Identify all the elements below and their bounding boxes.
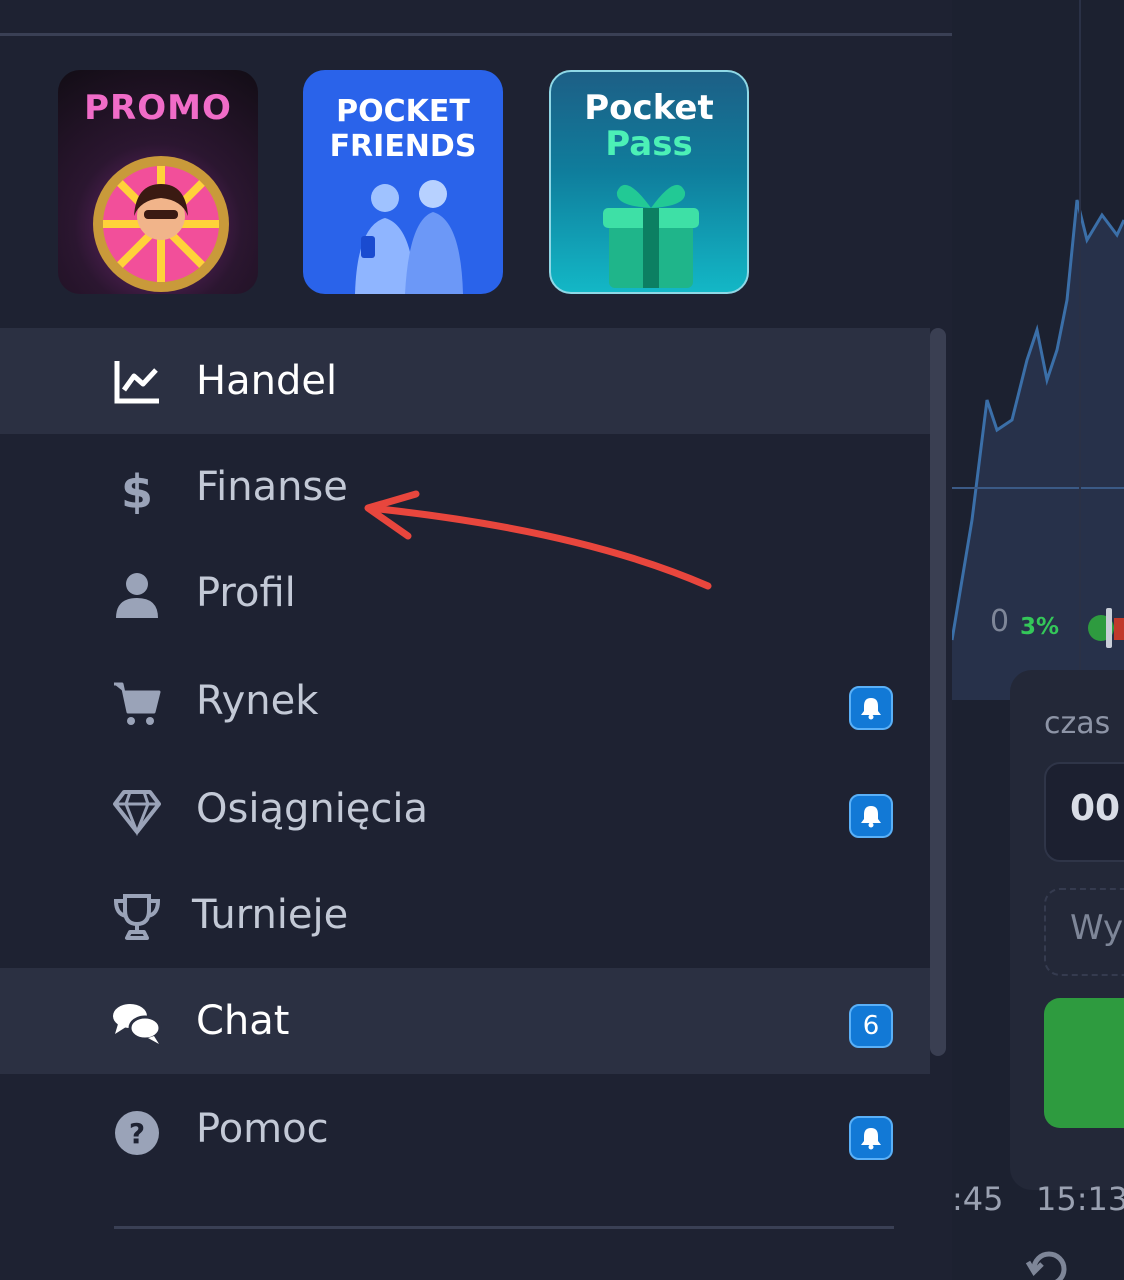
bell-icon — [861, 806, 881, 828]
chat-icon — [113, 1004, 162, 1044]
trophy-icon — [113, 894, 161, 940]
menu-label: Handel — [196, 358, 338, 404]
time-axis: :45 15:13 — [952, 1176, 1124, 1226]
payout-label: Wy — [1070, 908, 1124, 948]
coin-illustration-icon — [93, 156, 229, 292]
price-chart — [952, 0, 1124, 700]
time-value: 00: — [1070, 788, 1124, 829]
diamond-icon — [113, 790, 161, 836]
annotation-arrow-icon — [364, 490, 712, 590]
svg-text:$: $ — [121, 465, 153, 514]
menu-label: Osiągnięcia — [196, 786, 429, 832]
menu-label: Turnieje — [192, 892, 349, 938]
gift-icon — [603, 184, 699, 288]
chat-count-badge[interactable]: 6 — [849, 1004, 893, 1048]
notification-badge[interactable] — [849, 686, 893, 730]
sidebar-menu: PROMO POCKET FRIENDS Pocket Pass Handel … — [0, 0, 952, 1280]
promo-card[interactable]: PROMO — [58, 70, 258, 294]
friends-illustration-icon — [355, 180, 463, 294]
pocket-pass-title: Pocket Pass — [551, 90, 747, 162]
cart-icon — [114, 682, 161, 725]
time-tick: :45 — [952, 1180, 1004, 1218]
bell-icon — [861, 698, 881, 720]
divider — [114, 1226, 894, 1229]
history-icon[interactable] — [1024, 1244, 1074, 1280]
bell-icon — [861, 1128, 881, 1150]
menu-label: Profil — [196, 570, 296, 616]
promo-title: PROMO — [84, 88, 232, 128]
menu-label: Chat — [196, 998, 290, 1044]
divider — [0, 33, 952, 36]
price-zero: 0 — [990, 604, 1010, 639]
menu-item-chat[interactable]: Chat 6 — [0, 968, 930, 1074]
dollar-icon: $ — [121, 465, 153, 514]
notification-badge[interactable] — [849, 794, 893, 838]
payout-percent: 3% — [1020, 614, 1060, 640]
sentiment-red — [1114, 618, 1124, 640]
pocket-friends-card[interactable]: POCKET FRIENDS — [303, 70, 503, 294]
trading-background: 0 3% czas 00: Wy :45 15:13 — [952, 0, 1124, 1280]
buy-button[interactable] — [1044, 998, 1124, 1128]
menu-item-turnieje[interactable]: Turnieje — [0, 862, 930, 968]
user-icon — [116, 573, 158, 618]
pocket-pass-line1: Pocket — [584, 88, 714, 128]
time-label: czas — [1044, 706, 1111, 741]
menu-item-osiagniecia[interactable]: Osiągnięcia — [0, 756, 930, 862]
scrollbar[interactable] — [930, 328, 946, 1056]
svg-text:?: ? — [129, 1117, 145, 1150]
menu-item-handel[interactable]: Handel — [0, 328, 930, 434]
chart-line-icon — [114, 361, 159, 404]
menu-label: Pomoc — [196, 1106, 329, 1152]
pocket-friends-line2: FRIENDS — [329, 129, 477, 164]
sentiment-bar — [1106, 608, 1112, 648]
pocket-pass-card[interactable]: Pocket Pass — [549, 70, 749, 294]
menu-item-pomoc[interactable]: ? Pomoc — [0, 1076, 930, 1182]
pocket-pass-line2: Pass — [605, 124, 693, 164]
menu-label: Rynek — [196, 678, 319, 724]
pocket-friends-title: POCKET FRIENDS — [303, 94, 503, 164]
help-icon: ? — [115, 1111, 159, 1155]
time-tick: 15:13 — [1036, 1180, 1124, 1218]
notification-badge[interactable] — [849, 1116, 893, 1160]
menu-item-rynek[interactable]: Rynek — [0, 648, 930, 754]
pocket-friends-line1: POCKET — [336, 94, 470, 129]
menu-label: Finanse — [196, 464, 348, 510]
